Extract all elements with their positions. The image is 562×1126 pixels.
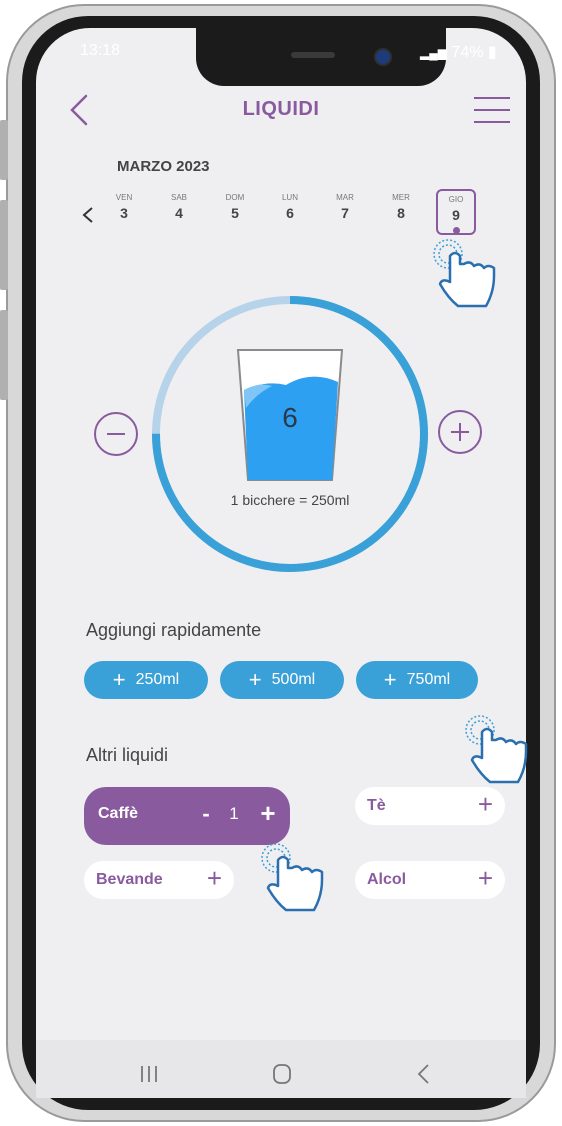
calendar-day[interactable]: DOM 5 <box>215 193 255 221</box>
home-icon <box>273 1064 291 1084</box>
day-number: 4 <box>175 205 183 221</box>
plus-icon[interactable]: + <box>478 791 493 817</box>
button-label: 750ml <box>406 671 451 688</box>
calendar-day[interactable]: LUN 6 <box>270 193 310 221</box>
battery-icon: ▮ <box>487 44 497 61</box>
home-button[interactable] <box>270 1062 294 1091</box>
day-name: MAR <box>336 193 354 202</box>
water-progress-gauge <box>152 296 428 572</box>
camera-icon <box>374 48 392 66</box>
day-name: DOM <box>225 193 245 202</box>
plus-icon: + <box>248 667 262 692</box>
notch <box>196 28 446 86</box>
quick-add-250-button[interactable]: + 250ml <box>84 661 208 699</box>
glass-count: 6 <box>282 402 298 433</box>
chip-label: Tè <box>367 797 386 814</box>
speaker-slot <box>291 52 335 58</box>
day-name: GIO <box>448 195 464 204</box>
tea-chip[interactable]: Tè + <box>355 787 505 825</box>
hand-pointer-icon <box>428 232 500 312</box>
day-name: MER <box>392 193 410 202</box>
chip-label: Bevande <box>96 871 163 888</box>
coffee-count: 1 <box>229 804 239 823</box>
menu-icon <box>474 97 510 123</box>
hand-pointer-icon <box>256 836 328 916</box>
day-number: 8 <box>397 205 405 221</box>
day-number: 3 <box>120 205 128 221</box>
chevron-left-icon <box>82 207 93 223</box>
drinks-chip[interactable]: Bevande + <box>84 861 234 899</box>
coffee-minus-button[interactable]: - <box>194 801 218 827</box>
recent-apps-button[interactable] <box>134 1062 164 1091</box>
day-name: LUN <box>281 193 298 202</box>
back-nav-button[interactable] <box>412 1062 436 1091</box>
plus-icon <box>451 423 469 441</box>
plus-icon[interactable]: + <box>478 865 493 891</box>
calendar-day[interactable]: SAB 4 <box>159 193 199 221</box>
coffee-label: Caffè <box>98 805 139 822</box>
glass-caption: 1 bicchere = 250ml <box>230 492 350 508</box>
signal-icon: ▂▄▆ <box>420 46 447 60</box>
coffee-plus-button[interactable]: + <box>254 798 282 829</box>
plus-icon: + <box>112 667 126 692</box>
day-number: 6 <box>286 205 294 221</box>
alcohol-chip[interactable]: Alcol + <box>355 861 505 899</box>
chip-label: Alcol <box>367 871 407 888</box>
calendar-month: MARZO 2023 <box>117 158 210 175</box>
hand-pointer-icon <box>460 708 532 788</box>
day-number: 9 <box>452 207 460 223</box>
menu-button[interactable] <box>472 94 512 126</box>
status-indicators: ▂▄▆ 74% ▮ <box>420 42 497 62</box>
day-name: VEN <box>115 193 133 202</box>
other-liquids-title: Altri liquidi <box>86 745 169 765</box>
day-name: SAB <box>170 193 187 202</box>
status-time: 13:18 <box>80 42 121 59</box>
battery-percent: 74% <box>451 44 484 61</box>
calendar-day[interactable]: MER 8 <box>381 193 421 221</box>
button-label: 500ml <box>271 671 316 688</box>
side-button <box>0 200 8 290</box>
side-button <box>0 310 8 400</box>
calendar-day[interactable]: MAR 7 <box>325 193 365 221</box>
quick-add-750-button[interactable]: + 750ml <box>356 661 478 699</box>
plus-icon[interactable]: + <box>207 865 222 891</box>
decrease-button[interactable] <box>94 412 138 456</box>
day-number: 7 <box>341 205 349 221</box>
button-label: 250ml <box>135 671 180 688</box>
minus-icon <box>107 433 125 435</box>
quick-add-500-button[interactable]: + 500ml <box>220 661 344 699</box>
side-button <box>0 120 8 180</box>
quick-add-title: Aggiungi rapidamente <box>86 620 262 640</box>
calendar-prev-button[interactable] <box>80 206 96 224</box>
back-nav-icon <box>417 1064 429 1084</box>
recent-apps-icon <box>141 1066 157 1082</box>
calendar-day[interactable]: VEN 3 <box>104 193 144 221</box>
increase-button[interactable] <box>438 410 482 454</box>
day-number: 5 <box>231 205 239 221</box>
plus-icon: + <box>383 667 397 692</box>
